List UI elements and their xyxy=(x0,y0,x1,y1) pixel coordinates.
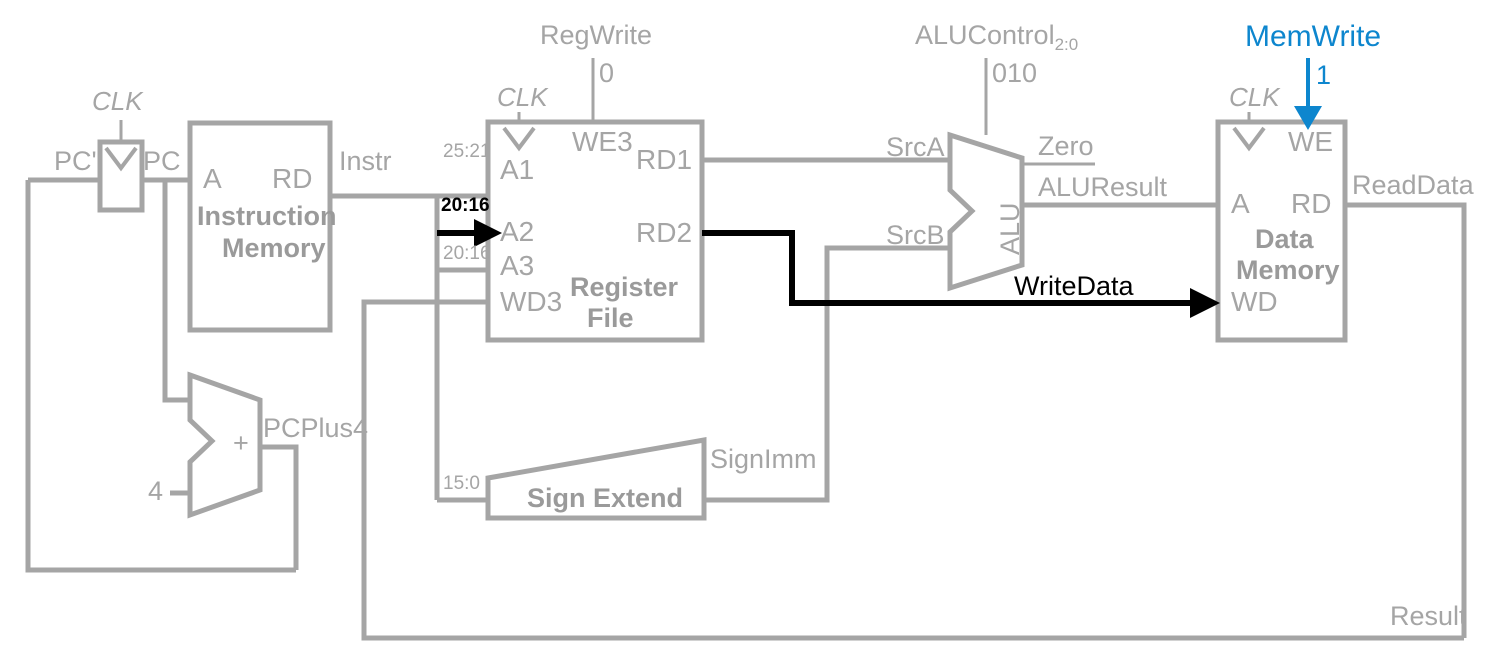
adder-const-4: 4 xyxy=(148,476,164,506)
regfile-port-rd2: RD2 xyxy=(636,217,693,248)
regfile-title-line2: File xyxy=(587,303,634,333)
readdata-label: ReadData xyxy=(1352,170,1474,200)
clk-label-pc: CLK xyxy=(92,86,143,116)
dmem-title-line2: Memory xyxy=(1236,255,1340,285)
adder-plus-symbol: + xyxy=(233,428,249,458)
datapath-diagram: CLK PC' PC A RD Instruction Memory Instr… xyxy=(0,0,1492,662)
dmem-port-a: A xyxy=(1231,188,1250,219)
regfile-port-rd1: RD1 xyxy=(636,144,693,175)
regfile-port-a2: A2 xyxy=(500,216,535,247)
writedata-label: WriteData xyxy=(1014,271,1134,301)
adder-shape xyxy=(187,371,263,519)
memwrite-value: 1 xyxy=(1316,60,1332,90)
regwrite-label: RegWrite xyxy=(540,20,653,50)
alucontrol-subscript: 2:0 xyxy=(1054,35,1079,54)
regfile-title-line1: Register xyxy=(570,272,679,302)
srca-label: SrcA xyxy=(886,132,945,162)
alu-label: ALU xyxy=(995,202,1025,255)
dmem-port-wd: WD xyxy=(1231,286,1278,317)
bits-15-0-label: 15:0 xyxy=(443,473,480,494)
clk-label-regfile: CLK xyxy=(497,82,548,112)
wire-pc-branch-to-adder xyxy=(162,180,190,403)
aluresult-label: ALUResult xyxy=(1038,172,1168,202)
pc-prime-label: PC' xyxy=(54,146,97,176)
clk-label-dmem: CLK xyxy=(1229,82,1280,112)
alucontrol-label: ALUControl2:0 xyxy=(915,20,1078,54)
zero-label: Zero xyxy=(1038,131,1094,161)
imem-port-rd: RD xyxy=(272,163,313,194)
pcplus4-label: PCPlus4 xyxy=(263,413,369,443)
memwrite-label: MemWrite xyxy=(1245,20,1382,53)
instr-label: Instr xyxy=(339,146,392,176)
dmem-port-rd: RD xyxy=(1291,188,1332,219)
dmem-port-we: WE xyxy=(1288,126,1334,157)
dmem-title-line1: Data xyxy=(1255,224,1314,254)
imem-title-line1: Instruction xyxy=(197,201,337,231)
alucontrol-name: ALUControl xyxy=(915,20,1055,50)
wire-readdata-to-result xyxy=(1345,202,1467,638)
signimm-label: SignImm xyxy=(710,444,817,474)
pc-register-box xyxy=(97,139,145,213)
regfile-port-wd3: WD3 xyxy=(500,286,563,317)
regfile-port-we3: WE3 xyxy=(572,126,633,157)
result-label: Result xyxy=(1390,601,1467,631)
bits-20-16-highlight-label: 20:16 xyxy=(441,195,490,216)
alucontrol-value: 010 xyxy=(992,58,1038,88)
bits-20-16-label: 20:16 xyxy=(443,243,491,264)
imem-title-line2: Memory xyxy=(222,233,326,263)
imem-port-a: A xyxy=(203,163,222,194)
regfile-port-a3: A3 xyxy=(500,250,535,281)
bits-25-21-label: 25:21 xyxy=(443,141,491,162)
wire-pcplus4-out xyxy=(260,444,299,570)
sign-extend-label: Sign Extend xyxy=(527,483,684,513)
srcb-label: SrcB xyxy=(886,220,945,250)
regfile-port-a1: A1 xyxy=(500,154,535,185)
regwrite-value: 0 xyxy=(599,58,615,88)
pc-label: PC xyxy=(143,146,181,176)
